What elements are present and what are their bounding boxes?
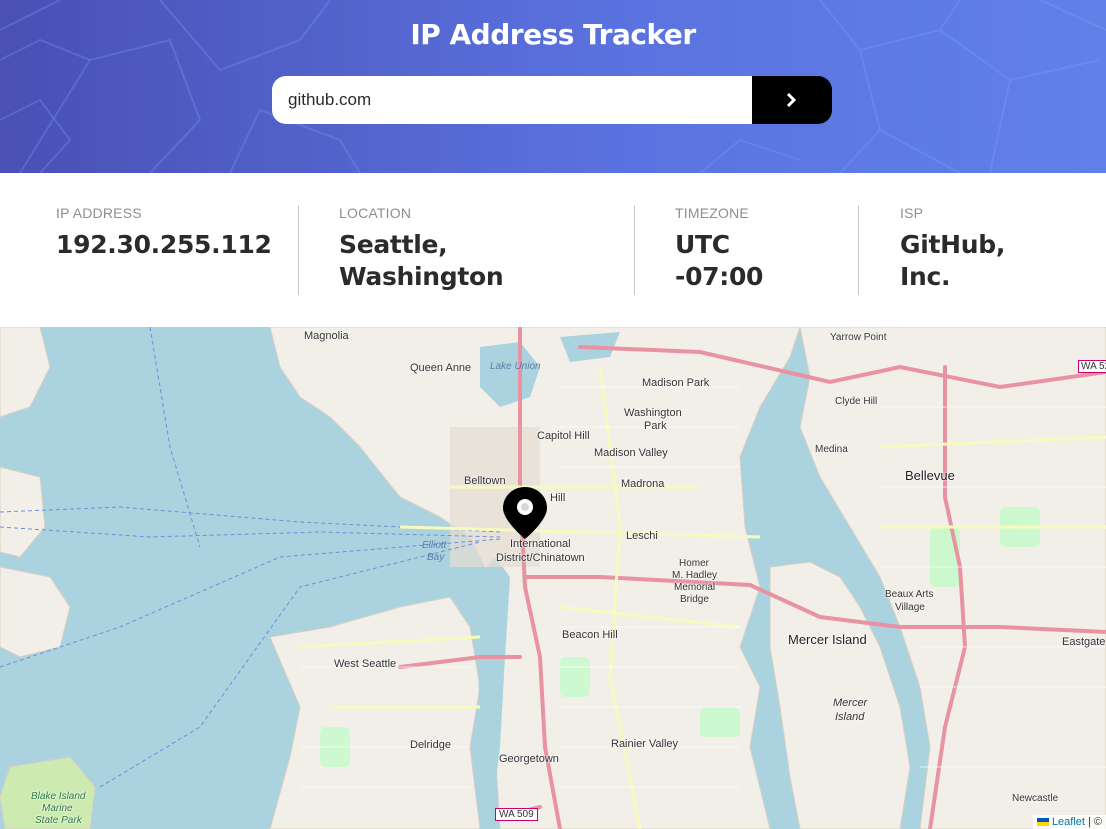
map-label: M. Hadley	[672, 570, 718, 581]
map-label: Marine	[42, 803, 73, 814]
map-label: Madison Valley	[594, 447, 668, 459]
divider	[634, 205, 635, 295]
map-label: Madrona	[621, 478, 665, 490]
map-label: Park	[644, 420, 667, 432]
map-label: Belltown	[464, 475, 506, 487]
map-label: Mercer Island	[788, 632, 867, 647]
map-label: Bridge	[680, 594, 709, 605]
map-attribution: Leaflet | ©	[1032, 815, 1106, 829]
leaflet-link[interactable]: Leaflet	[1052, 816, 1085, 828]
timezone-section: TIMEZONE UTC -07:00	[675, 205, 763, 293]
map-label: District/Chinatown	[496, 552, 585, 564]
map-label: Medina	[815, 444, 848, 455]
map-label: Madison Park	[642, 377, 710, 389]
map-label: Bellevue	[905, 468, 955, 483]
map-label: Newcastle	[1012, 793, 1059, 804]
map-label: Beaux Arts	[885, 589, 934, 600]
map-label: Delridge	[410, 739, 451, 751]
location-value-line2: Washington	[339, 262, 504, 291]
search-submit-button[interactable]	[752, 76, 832, 124]
divider	[298, 205, 299, 295]
map-label: West Seattle	[334, 658, 397, 670]
map-label: Mercer	[833, 697, 868, 709]
map[interactable]: Magnolia Queen Anne Lake Union Madison P…	[0, 327, 1106, 829]
isp-label: ISP	[900, 205, 924, 221]
ip-tracker-app: IP Address Tracker IP ADDRESS 192.30.255…	[0, 0, 1106, 829]
map-label: Memorial	[674, 582, 716, 593]
ip-address-value: 192.30.255.112	[56, 230, 272, 259]
map-label: State Park	[35, 815, 82, 826]
map-label: Blake Island	[31, 791, 86, 802]
map-label: Beacon Hill	[562, 629, 618, 641]
ip-address-section: IP ADDRESS 192.30.255.112	[56, 205, 272, 261]
map-label: Elliott	[422, 540, 447, 551]
map-label: WA 509	[495, 808, 538, 821]
map-label: Village	[895, 602, 925, 613]
map-label: Queen Anne	[410, 362, 472, 374]
ip-info-panel: IP ADDRESS 192.30.255.112 LOCATION Seatt…	[0, 173, 1106, 327]
location-section: LOCATION Seattle, Washington	[339, 205, 504, 293]
map-label: Rainier Valley	[611, 738, 679, 750]
timezone-label: TIMEZONE	[675, 205, 749, 221]
map-label: Capitol Hill	[537, 430, 590, 442]
location-pin-icon[interactable]	[501, 485, 549, 541]
attribution-text: | ©	[1087, 816, 1102, 828]
map-label: WA 52	[1078, 360, 1106, 373]
ip-address-label: IP ADDRESS	[56, 205, 142, 221]
isp-value-line1: GitHub,	[900, 230, 1006, 259]
map-label: Homer	[679, 558, 710, 569]
location-value-line1: Seattle,	[339, 230, 448, 259]
search-bar	[272, 76, 832, 124]
map-label: Leschi	[626, 530, 658, 542]
ukraine-flag-icon	[1036, 818, 1049, 826]
map-label: Clyde Hill	[835, 396, 878, 407]
map-label: Georgetown	[499, 753, 559, 765]
map-label: Island	[835, 711, 865, 723]
map-label: Magnolia	[304, 330, 349, 342]
map-label: Hill	[550, 492, 566, 504]
timezone-value-line2: -07:00	[675, 262, 764, 291]
search-input[interactable]	[272, 76, 752, 124]
map-label: Yarrow Point	[830, 332, 887, 343]
page-title: IP Address Tracker	[410, 18, 696, 51]
map-label: Washington	[624, 407, 682, 419]
divider	[858, 205, 859, 295]
timezone-value-line1: UTC	[675, 230, 730, 259]
map-label: Eastgate	[1062, 636, 1106, 648]
chevron-right-icon	[786, 92, 797, 108]
location-label: LOCATION	[339, 205, 412, 221]
isp-section: ISP GitHub, Inc.	[900, 205, 1005, 293]
map-label: Bay	[427, 552, 445, 563]
isp-value-line2: Inc.	[900, 262, 951, 291]
map-label: Lake Union	[490, 361, 541, 372]
header: IP Address Tracker	[0, 0, 1106, 173]
